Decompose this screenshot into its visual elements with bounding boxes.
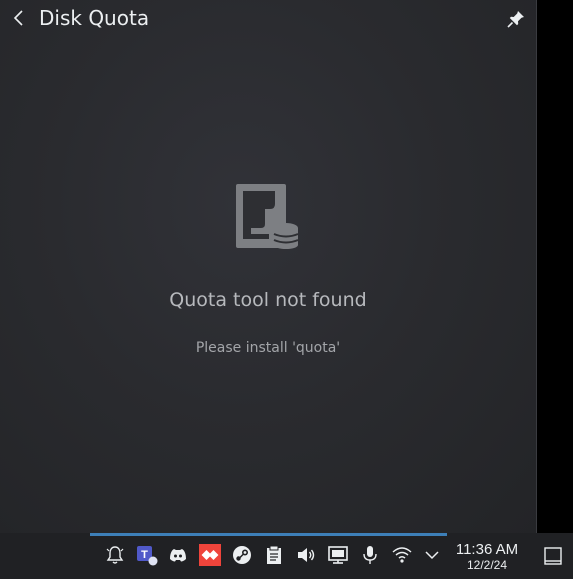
show-desktop-icon bbox=[544, 547, 562, 565]
placeholder-explanation: Please install 'quota' bbox=[195, 340, 341, 356]
volume-icon[interactable] bbox=[295, 544, 317, 566]
back-button[interactable] bbox=[8, 7, 30, 29]
popup-header: Disk Quota bbox=[0, 0, 536, 38]
clock-date: 12/2/24 bbox=[466, 558, 508, 572]
digital-clock[interactable]: 11:36 AM 12/2/24 bbox=[449, 541, 525, 573]
clock-time: 11:36 AM bbox=[455, 541, 519, 558]
anydesk-icon[interactable] bbox=[199, 544, 221, 566]
display-icon[interactable] bbox=[327, 544, 349, 566]
disk-quota-popup: Disk Quota Quota tool not found Please i… bbox=[0, 0, 537, 533]
microphone-icon[interactable] bbox=[359, 544, 381, 566]
active-applet-indicator bbox=[90, 533, 447, 536]
chevron-left-icon bbox=[13, 10, 23, 26]
pin-icon bbox=[507, 11, 524, 28]
expand-tray-icon[interactable] bbox=[421, 544, 443, 566]
teams-icon[interactable]: T bbox=[136, 544, 158, 566]
svg-text:T: T bbox=[141, 549, 148, 561]
clipboard-icon[interactable] bbox=[263, 544, 285, 566]
show-desktop-button[interactable] bbox=[543, 546, 563, 566]
placeholder-message: Quota tool not found bbox=[169, 289, 367, 311]
disk-quota-icon bbox=[233, 182, 303, 252]
steam-icon[interactable] bbox=[231, 544, 253, 566]
notifications-icon[interactable] bbox=[104, 544, 126, 566]
pin-button[interactable] bbox=[505, 8, 527, 30]
popup-title: Disk Quota bbox=[39, 6, 150, 30]
discord-icon[interactable] bbox=[167, 544, 189, 566]
wifi-icon[interactable] bbox=[391, 544, 413, 566]
